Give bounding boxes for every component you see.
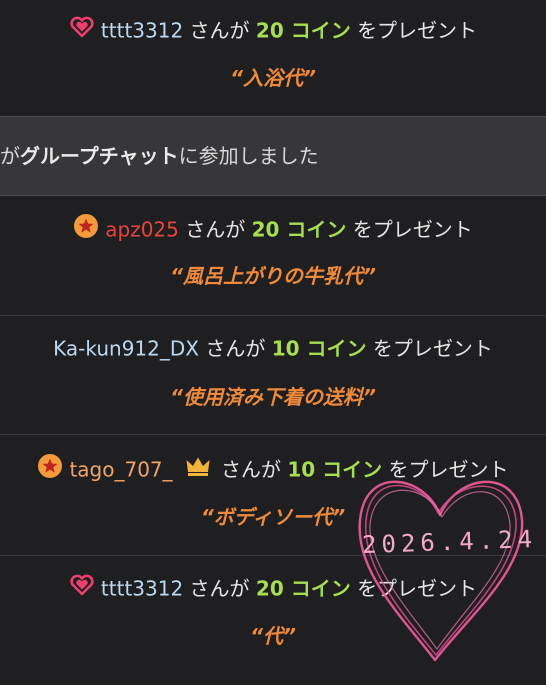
crown-icon [185,455,211,484]
username[interactable]: tago_707_ [69,458,172,482]
coin-amount: 20 コイン [255,18,351,43]
present-label: をプレゼント [357,18,478,43]
gift-entry: Ka-kun912_DX さんが 10 コイン をプレゼント “使用済み下着の送… [0,316,546,435]
san-label: さんが [185,217,246,242]
username[interactable]: tttt3312 [101,577,183,601]
group-chat-label: グループチャット [20,144,179,168]
star-badge-icon [73,213,99,246]
system-prefix: が [0,144,20,168]
gift-message: “入浴代” [230,66,316,90]
gift-line: tttt3312 さんが 20 コイン をプレゼント [0,14,546,47]
system-message: がグループチャットに参加しました [0,116,546,196]
coin-amount: 20 コイン [251,217,347,242]
gift-message: “風呂上がりの牛乳代” [170,264,376,288]
heart-badge-icon [69,14,95,47]
present-label: をプレゼント [388,457,509,482]
gift-entry: tttt3312 さんが 20 コイン をプレゼント “入浴代” [0,0,546,116]
coin-amount: 10 コイン [287,457,383,482]
gift-entry: tttt3312 さんが 20 コイン をプレゼント “代” [0,556,546,685]
present-label: をプレゼント [372,336,493,361]
system-message-text: がグループチャットに参加しました [0,141,319,171]
system-suffix: に参加しました [178,144,319,168]
star-badge-icon [37,453,63,486]
username[interactable]: apz025 [105,218,179,242]
gift-line: apz025 さんが 20 コイン をプレゼント [0,213,546,246]
present-label: をプレゼント [352,217,473,242]
gift-message: “代” [250,624,296,648]
san-label: さんが [189,18,250,43]
gift-feed: tttt3312 さんが 20 コイン をプレゼント “入浴代” がグループチャ… [0,0,546,685]
heart-badge-icon [69,572,95,605]
gift-line: tago_707_ さんが 10 コイン をプレゼント [0,453,546,486]
gift-line: tttt3312 さんが 20 コイン をプレゼント [0,572,546,605]
coin-amount: 10 コイン [271,336,367,361]
username[interactable]: Ka-kun912_DX [53,337,199,361]
gift-line: Ka-kun912_DX さんが 10 コイン をプレゼント [0,333,546,363]
san-label: さんが [205,336,266,361]
username[interactable]: tttt3312 [101,19,183,43]
coin-amount: 20 コイン [255,576,351,601]
gift-message: “使用済み下着の送料” [170,385,376,409]
present-label: をプレゼント [357,576,478,601]
san-label: さんが [189,576,250,601]
san-label: さんが [221,457,282,482]
gift-entry: apz025 さんが 20 コイン をプレゼント “風呂上がりの牛乳代” [0,196,546,316]
